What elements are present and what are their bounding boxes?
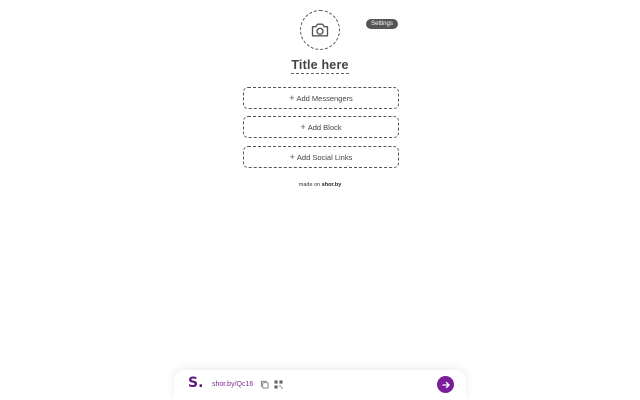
add-messengers-label: Add Messengers xyxy=(296,93,353,103)
copy-icon[interactable] xyxy=(260,380,269,389)
page-title[interactable]: Title here xyxy=(270,58,370,74)
plus-icon: + xyxy=(289,152,295,162)
settings-button[interactable]: Settings xyxy=(366,19,398,29)
add-social-links-button[interactable]: + Add Social Links xyxy=(243,146,399,168)
add-messengers-button[interactable]: + Add Messengers xyxy=(243,87,399,109)
page: Settings Title here + Add Messengers + A… xyxy=(0,0,640,400)
made-on-footer: made on shor.by xyxy=(270,182,370,188)
add-block-button[interactable]: + Add Block xyxy=(243,116,399,138)
shorby-logo[interactable]: S. xyxy=(188,375,203,391)
camera-icon xyxy=(311,23,329,37)
plus-icon: + xyxy=(300,122,306,132)
qr-code-icon[interactable] xyxy=(274,380,283,389)
arrow-right-icon xyxy=(441,381,450,388)
bottom-bar: S. shor.by/Qc16 xyxy=(174,370,466,400)
add-social-links-label: Add Social Links xyxy=(296,152,353,162)
made-on-prefix: made on xyxy=(298,182,321,188)
avatar-upload[interactable] xyxy=(300,10,340,50)
go-button[interactable] xyxy=(437,376,454,393)
made-on-brand-link[interactable]: shor.by xyxy=(322,182,342,188)
short-link[interactable]: shor.by/Qc16 xyxy=(212,381,253,388)
add-block-label: Add Block xyxy=(307,122,342,132)
plus-icon: + xyxy=(289,93,295,103)
page-title-text[interactable]: Title here xyxy=(291,58,349,74)
